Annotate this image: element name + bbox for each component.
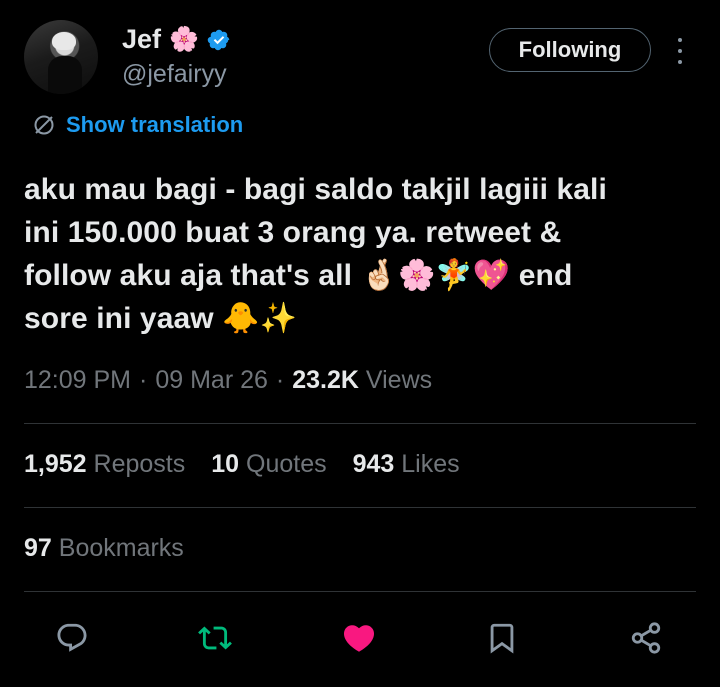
divider xyxy=(24,423,696,424)
meta-separator: · xyxy=(275,366,285,394)
tweet-line-text: follow aku aja that's all xyxy=(24,259,353,292)
tweet-text: aku mau bagi - bagi saldo takjil lagiii … xyxy=(24,168,704,340)
more-dot xyxy=(678,49,682,53)
avatar[interactable] xyxy=(24,20,98,94)
tweet-line-text: end xyxy=(518,259,573,292)
bookmarks-label: Bookmarks xyxy=(58,534,184,562)
bookmark-button[interactable] xyxy=(482,618,522,658)
more-dot xyxy=(678,60,682,64)
tweet-line: follow aku aja that's all 🤞🏻🌸🧚💖 end xyxy=(24,254,704,297)
repost-button[interactable] xyxy=(195,618,235,658)
views[interactable]: 23.2K Views xyxy=(292,366,432,395)
likes-stat[interactable]: 943 Likes xyxy=(353,450,460,479)
likes-count: 943 xyxy=(352,450,395,478)
more-options-icon[interactable] xyxy=(670,36,690,66)
reposts-count: 1,952 xyxy=(24,450,87,478)
avatar-hair xyxy=(52,32,76,50)
bookmarks-count: 97 xyxy=(24,534,52,562)
reposts-stat[interactable]: 1,952 Reposts xyxy=(24,450,185,479)
verified-badge-icon xyxy=(207,29,230,50)
tweet-line-text: sore ini yaaw xyxy=(24,302,214,335)
tweet-time[interactable]: 12:09 PM xyxy=(24,366,131,395)
reply-button[interactable] xyxy=(52,618,92,658)
quotes-stat[interactable]: 10 Quotes xyxy=(211,450,326,479)
tweet-line: aku mau bagi - bagi saldo takjil lagiii … xyxy=(24,173,607,206)
quotes-label: Quotes xyxy=(246,450,327,478)
tweet-meta: 12:09 PM · 09 Mar 26 · 23.2K Views xyxy=(24,366,432,395)
reposts-label: Reposts xyxy=(93,450,186,478)
show-translation-label: Show translation xyxy=(66,112,244,137)
author-name-emoji: 🌸 xyxy=(169,25,199,53)
reply-icon xyxy=(57,623,87,652)
more-dot xyxy=(678,38,682,42)
divider xyxy=(24,507,696,508)
tweet-line: ini 150.000 buat 3 orang ya. retweet & xyxy=(24,216,562,249)
action-bar xyxy=(0,610,720,666)
quotes-count: 10 xyxy=(211,450,240,478)
following-button[interactable]: Following xyxy=(489,28,651,72)
meta-separator: · xyxy=(139,366,148,394)
bookmark-icon xyxy=(490,623,514,654)
author-handle[interactable]: @jefairyy xyxy=(122,60,227,89)
bookmarks-stat[interactable]: 97 Bookmarks xyxy=(24,534,184,563)
tweet-emojis: 🐥✨ xyxy=(222,302,298,335)
translate-globe-icon xyxy=(34,115,54,135)
heart-icon xyxy=(343,625,375,652)
tweet-date[interactable]: 09 Mar 26 xyxy=(155,366,268,395)
repost-icon xyxy=(198,626,232,650)
like-button[interactable] xyxy=(339,618,379,658)
engagement-stats: 1,952 Reposts 10 Quotes 943 Likes xyxy=(24,450,460,479)
tweet-emojis: 🤞🏻🌸🧚💖 xyxy=(360,259,511,292)
tweet-line: sore ini yaaw 🐥✨ xyxy=(24,297,704,340)
show-translation-link[interactable]: Show translation xyxy=(32,112,243,138)
divider xyxy=(24,591,696,592)
likes-label: Likes xyxy=(401,450,460,478)
tweet-header: Jef 🌸 @jefairyy Following xyxy=(0,0,720,110)
share-icon xyxy=(631,622,661,654)
views-label: Views xyxy=(365,366,433,394)
share-button[interactable] xyxy=(626,618,666,658)
author-name[interactable]: Jef xyxy=(122,24,161,55)
views-count: 23.2K xyxy=(292,366,359,394)
author-name-row: Jef 🌸 xyxy=(122,24,231,55)
